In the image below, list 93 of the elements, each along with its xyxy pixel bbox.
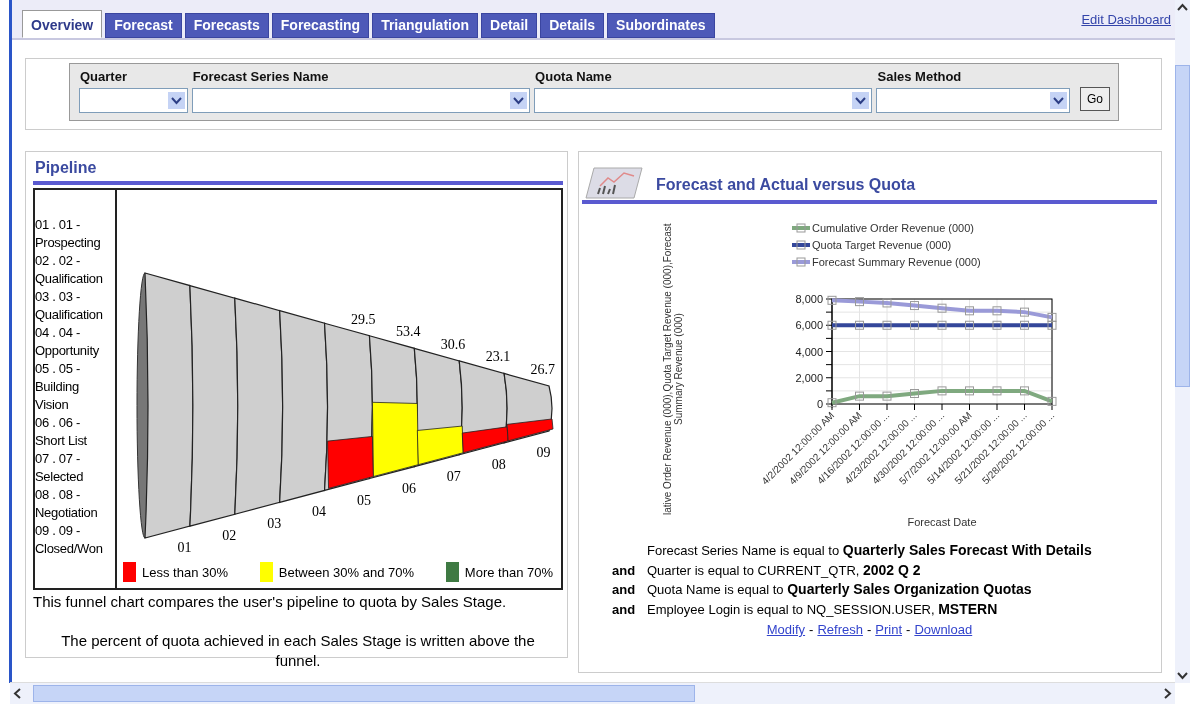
filter-label: Forecast Series Name [192,69,330,84]
legend-label: Cumulative Order Revenue (000) [812,222,975,234]
stage-number: 04 [312,504,327,520]
link-separator: - [906,622,911,637]
percent-label: 26.7 [530,361,556,377]
stage-label: 08 . 08 - [35,486,81,504]
stage-label: 06 . 06 - [35,414,81,432]
chart-description: The percent of quota achieved in each Sales Stage is written above the funnel. [60,631,536,671]
stage-label: Selected [35,468,85,486]
stage-label: Vision [35,396,70,414]
chart-description: This funnel chart compares the user's pipeline to quota by Sales Stage. [33,593,508,610]
stage-label: Qualification [35,306,104,324]
point [937,386,947,396]
legend-label: Quota Target Revenue (000) [812,239,952,251]
filter-description: Quarter is equal to CURRENT_QTR, 2002 Q 2 [647,561,921,578]
point [992,386,1002,396]
tab[interactable]: Forecasting [271,13,370,38]
point [1047,396,1057,406]
stage-number: 01 [177,540,192,556]
x-axis-label: Forecast Date [907,516,977,528]
stage-label: Prospecting [35,234,102,252]
stage-label: 01 . 01 - [35,216,81,234]
filter-label: Sales Method [877,69,963,84]
tab[interactable]: Details [540,13,605,38]
report-link[interactable]: Print [875,622,903,637]
stage-label: 09 . 09 - [35,522,81,540]
stage-number: 09 [536,444,551,460]
stage-label: 03 . 03 - [35,288,81,306]
tab[interactable]: Detail [481,13,538,38]
y-tick-label: 4,000 [795,345,823,358]
filter-description: Forecast Series Name is equal to Quarterly Sales Forecast With Details [647,542,1092,558]
vertical-scrollbar[interactable] [1175,0,1190,683]
stage-label: Closed/Won [35,540,104,558]
tab[interactable]: Overview [22,10,103,38]
point [827,398,837,408]
dropdown-field[interactable] [534,88,873,113]
legend-label: Between 30% and 70% [278,564,414,580]
stage-label: 05 . 05 - [35,360,81,378]
stage-label: Opportunity [35,342,100,360]
tab[interactable]: Forecast [105,13,182,38]
dropdown-field[interactable] [191,88,531,113]
filter-description: Quota Name is equal to Quarterly Sales Organization Quotas [647,581,1032,597]
dropdown-field[interactable] [876,88,1070,113]
stage-label: 07 . 07 - [35,450,81,468]
horizontal-scrollbar[interactable] [10,682,1175,704]
y-axis-label: lative Order Revenue (000),Quota Target Revenue (000),Forecast Summary Revenue (000) [662,222,685,517]
percent-label: 29.5 [351,311,376,327]
stage-number: 05 [357,492,371,508]
point [855,391,864,401]
filter-label: Quota Name [535,69,613,84]
stage-number: 06 [401,480,416,496]
report-link[interactable]: Modify [766,622,806,637]
percent-label: 30.6 [440,336,466,352]
point [965,386,974,396]
y-tick-label: 6,000 [795,319,823,332]
stage-number: 02 [222,528,237,544]
filter-label: Quarter [80,69,128,84]
conjunction-label: and [612,601,637,617]
legend-label: More than 70% [464,564,553,580]
percent-label: 23.1 [485,349,511,365]
y-tick-label: 8,000 [795,293,823,305]
report-link[interactable]: Download [914,622,973,637]
chart-report-icon [584,164,646,200]
filter-description: Employee Login is equal to NQ_SESSION.USER, MSTERN [647,600,998,617]
stage-label: 04 . 04 - [35,324,81,342]
go-button[interactable]: Go [1080,87,1110,111]
stage-label: Building [35,378,80,396]
legend-label: Less than 30% [142,564,228,580]
stage-label: Short List [35,432,88,450]
stage-label: Negotiation [35,504,99,522]
conjunction-label: and [612,562,637,578]
panel-title: Pipeline [34,158,98,178]
conjunction-label: and [612,582,637,597]
point [1020,386,1029,396]
tab[interactable]: Triangulation [372,13,479,38]
legend-label: Forecast Summary Revenue (000) [812,256,981,268]
panel-title: Forecast and Actual versus Quota [656,176,916,194]
y-tick-label: 2,000 [795,371,823,384]
stage-label: 02 . 02 - [35,252,81,270]
tab[interactable]: Forecasts [184,13,269,38]
link-separator: - [809,622,814,637]
edit-dashboard-link[interactable]: Edit Dashboard [1081,11,1171,27]
stage-number: 08 [491,456,506,472]
report-link[interactable]: Refresh [817,622,863,637]
stage-number: 03 [267,516,282,532]
stage-number: 07 [446,468,461,484]
y-tick-label: 0 [816,398,823,410]
link-separator: - [866,622,872,637]
stage-label: Qualification [35,270,104,288]
percent-label: 53.4 [395,324,421,340]
dropdown-field[interactable] [79,88,188,113]
tab[interactable]: Subordinates [607,13,715,38]
point [882,391,892,401]
